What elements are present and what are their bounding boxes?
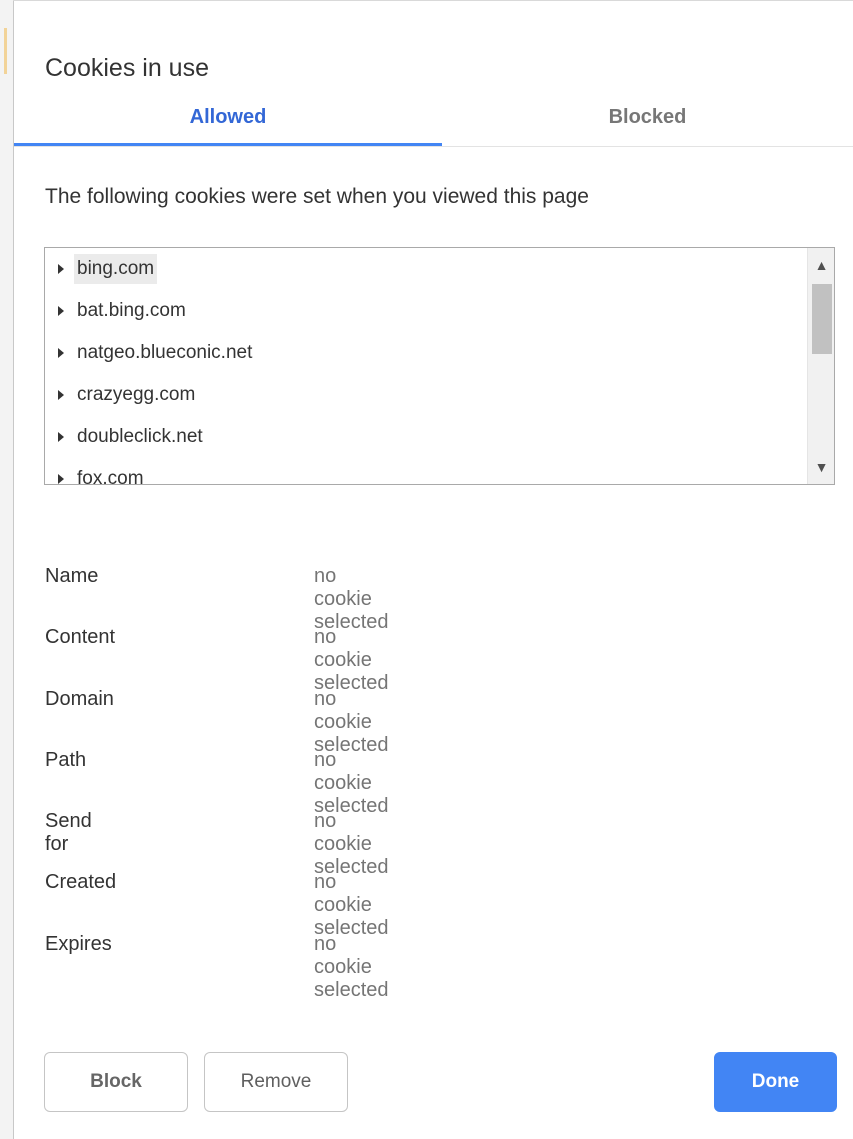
tab-blocked[interactable]: Blocked	[442, 96, 853, 146]
scroll-down-arrow-icon[interactable]: ▼	[808, 454, 834, 480]
cookie-item-label: natgeo.blueconic.net	[77, 342, 253, 363]
expand-arrow-icon[interactable]	[58, 264, 64, 274]
dialog-top-border	[13, 0, 853, 1]
expand-arrow-icon[interactable]	[58, 348, 64, 358]
cookie-list-scrollbar[interactable]: ▲ ▼	[807, 248, 834, 484]
detail-value: no cookie selected	[314, 626, 389, 695]
done-button[interactable]: Done	[714, 1052, 837, 1112]
remove-button[interactable]: Remove	[204, 1052, 348, 1112]
detail-value: no cookie selected	[314, 748, 389, 817]
cookie-item-label: bing.com	[74, 254, 158, 284]
cookie-item-doubleclick[interactable]: doubleclick.net	[45, 416, 807, 458]
cookie-list: bing.com bat.bing.com natgeo.blueconic.n…	[45, 248, 807, 485]
cookie-tree[interactable]: bing.com bat.bing.com natgeo.blueconic.n…	[44, 247, 835, 485]
expand-arrow-icon[interactable]	[58, 474, 64, 484]
block-button[interactable]: Block	[44, 1052, 188, 1112]
scroll-up-arrow-icon[interactable]: ▲	[808, 252, 834, 278]
detail-label: Domain	[45, 687, 114, 710]
cookie-item-crazyegg[interactable]: crazyegg.com	[45, 374, 807, 416]
expand-arrow-icon[interactable]	[58, 306, 64, 316]
scrollbar-thumb[interactable]	[812, 284, 832, 354]
dialog-title: Cookies in use	[45, 54, 209, 82]
tab-bar: Allowed Blocked	[14, 96, 853, 148]
detail-label: Expires	[45, 932, 112, 955]
cookie-item-bing[interactable]: bing.com	[45, 248, 807, 290]
cookie-item-label: doubleclick.net	[77, 426, 203, 447]
cookie-item-label: fox.com	[77, 468, 144, 485]
detail-value: no cookie selected	[314, 565, 389, 633]
detail-value: no cookie selected	[314, 932, 389, 1001]
tab-allowed[interactable]: Allowed	[14, 96, 442, 146]
cookie-item-natgeo-blueconic[interactable]: natgeo.blueconic.net	[45, 332, 807, 374]
detail-label: Created	[45, 871, 117, 894]
expand-arrow-icon[interactable]	[58, 390, 64, 400]
cookies-description: The following cookies were set when you …	[45, 185, 589, 208]
detail-value: no cookie selected	[314, 687, 389, 756]
cookie-item-label: crazyegg.com	[77, 384, 196, 405]
cookie-item-label: bat.bing.com	[77, 300, 186, 321]
background-accent	[4, 28, 7, 74]
detail-value: no cookie selected	[314, 810, 389, 879]
detail-value: no cookie selected	[314, 871, 389, 940]
detail-label: Path	[45, 748, 87, 771]
cookie-item-bat-bing[interactable]: bat.bing.com	[45, 290, 807, 332]
detail-label: Name	[45, 565, 99, 587]
background-window-edge	[0, 0, 14, 1139]
detail-label: Send for	[45, 810, 92, 856]
cookie-item-fox[interactable]: fox.com	[45, 458, 807, 485]
tab-bar-divider	[14, 146, 853, 147]
expand-arrow-icon[interactable]	[58, 432, 64, 442]
detail-label: Content	[45, 626, 116, 649]
